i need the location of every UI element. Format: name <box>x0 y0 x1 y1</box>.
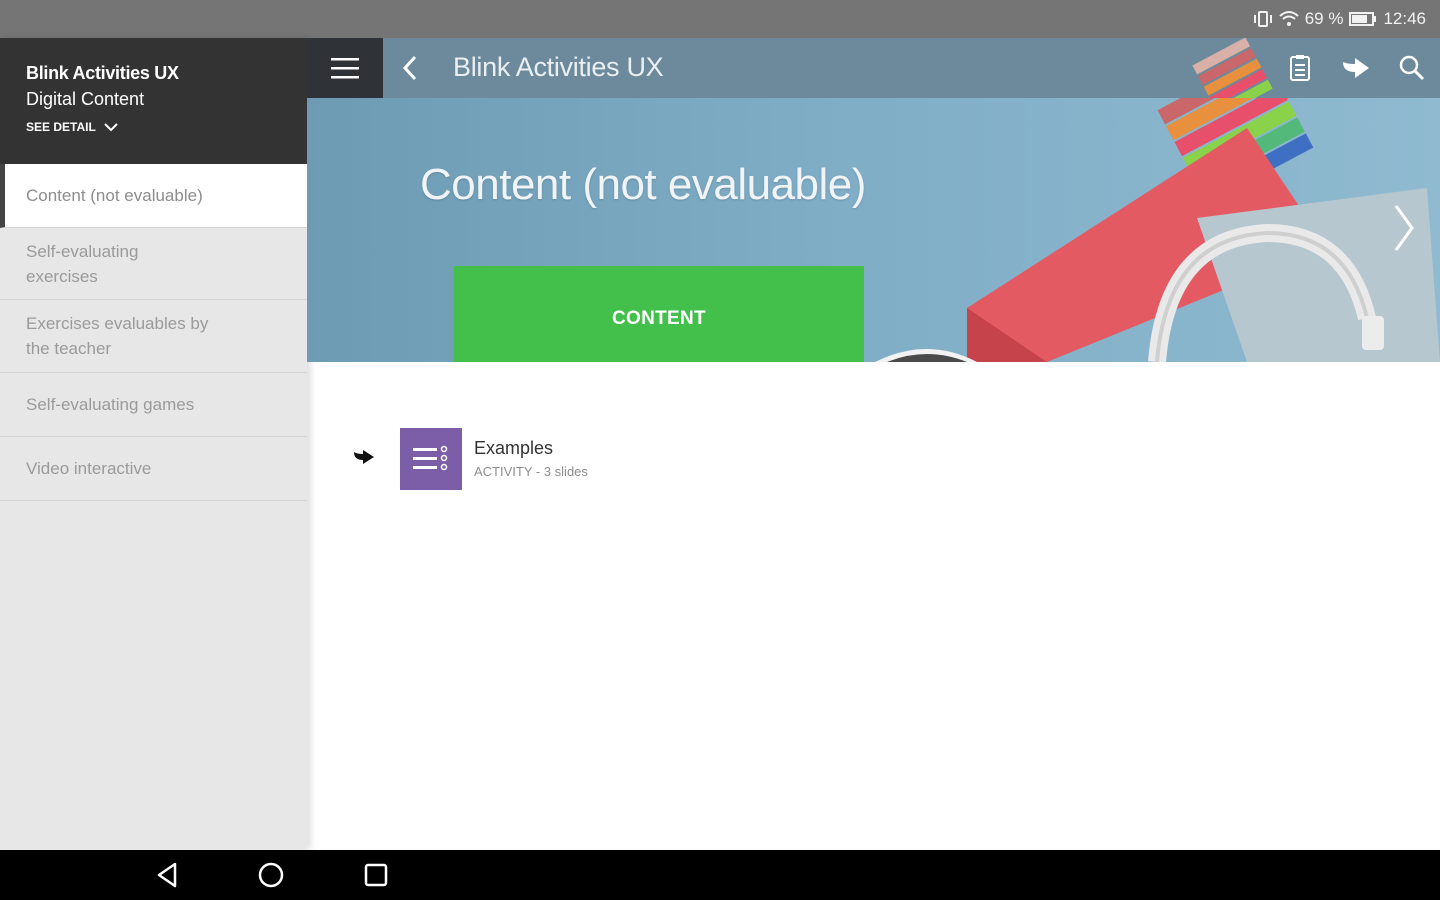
share-button[interactable] <box>1339 51 1373 85</box>
system-nav-bar <box>0 850 1440 900</box>
app-bar: Blink Activities UX <box>383 38 1440 98</box>
sidebar-item-label: Exercises evaluables by the teacher <box>26 314 209 358</box>
status-indicators: 69 % 12:46 <box>1253 8 1426 30</box>
chevron-right-icon <box>1394 205 1414 251</box>
recents-square-icon <box>364 863 388 887</box>
wifi-icon <box>1279 10 1299 28</box>
menu-toggle-area <box>307 38 383 98</box>
search-button[interactable] <box>1395 51 1429 85</box>
sidebar-item-self-evaluating-games[interactable]: Self-evaluating games <box>0 373 307 437</box>
sidebar-header: Blink Activities UX Digital Content SEE … <box>0 38 307 164</box>
book-title: Blink Activities UX <box>26 63 179 83</box>
sidebar-item-label: Content (not evaluable) <box>26 186 203 205</box>
back-arrow-icon <box>402 55 417 81</box>
see-detail-label: SEE DETAIL <box>26 120 96 134</box>
search-icon <box>1399 55 1425 81</box>
hero-illustration <box>875 98 1440 362</box>
content-button[interactable]: CONTENT <box>454 266 864 362</box>
sidebar-item-content-not-evaluable[interactable]: Content (not evaluable) <box>0 164 307 228</box>
share-arrow-icon <box>1343 58 1369 78</box>
system-recents-button[interactable] <box>361 860 391 890</box>
list-item-title: Examples <box>474 438 554 458</box>
back-button[interactable] <box>393 51 427 85</box>
hamburger-button[interactable] <box>325 50 365 86</box>
hero-banner: Content (not evaluable) CONTENT <box>307 98 1440 362</box>
activity-list-icon <box>400 428 462 490</box>
list-item-subtitle: ACTIVITY - 3 slides <box>474 464 588 479</box>
notes-button[interactable] <box>1283 51 1317 85</box>
sidebar: Blink Activities UX Digital Content SEE … <box>0 38 307 850</box>
sidebar-item-label: Video interactive <box>26 459 152 478</box>
status-bar: 69 % 12:46 <box>0 0 1440 38</box>
sidebar-item-video-interactive[interactable]: Video interactive <box>0 437 307 501</box>
book-subtitle: Digital Content <box>26 89 145 109</box>
sidebar-item-label: Self-evaluating exercises <box>26 241 139 286</box>
battery-percent: 69 % <box>1304 9 1344 28</box>
home-circle-icon <box>258 862 284 888</box>
battery-icon <box>1349 12 1377 26</box>
next-banner-button[interactable] <box>1387 198 1421 258</box>
back-triangle-icon <box>157 862 177 888</box>
vibrate-icon <box>1253 10 1273 28</box>
system-back-button[interactable] <box>152 860 182 890</box>
see-detail-button[interactable]: SEE DETAIL <box>26 120 118 134</box>
share-arrow-icon[interactable] <box>352 448 376 471</box>
sidebar-menu: Content (not evaluable) Self-evaluating … <box>0 164 307 501</box>
notes-icon <box>1290 55 1310 81</box>
appbar-decoration <box>1192 38 1273 98</box>
sidebar-item-label: Self-evaluating games <box>26 395 195 414</box>
hero-title: Content (not evaluable) <box>420 160 866 209</box>
clock: 12:46 <box>1383 9 1426 28</box>
system-home-button[interactable] <box>256 860 286 890</box>
sidebar-item-self-evaluating-exercises[interactable]: Self-evaluating exercises <box>0 228 307 300</box>
list-item-examples[interactable]: Examples ACTIVITY - 3 slides <box>352 428 752 490</box>
chevron-down-icon <box>104 123 118 132</box>
app-title: Blink Activities UX <box>453 52 664 82</box>
sidebar-item-exercises-teacher[interactable]: Exercises evaluables by the teacher <box>0 300 307 373</box>
hamburger-icon <box>331 58 359 79</box>
